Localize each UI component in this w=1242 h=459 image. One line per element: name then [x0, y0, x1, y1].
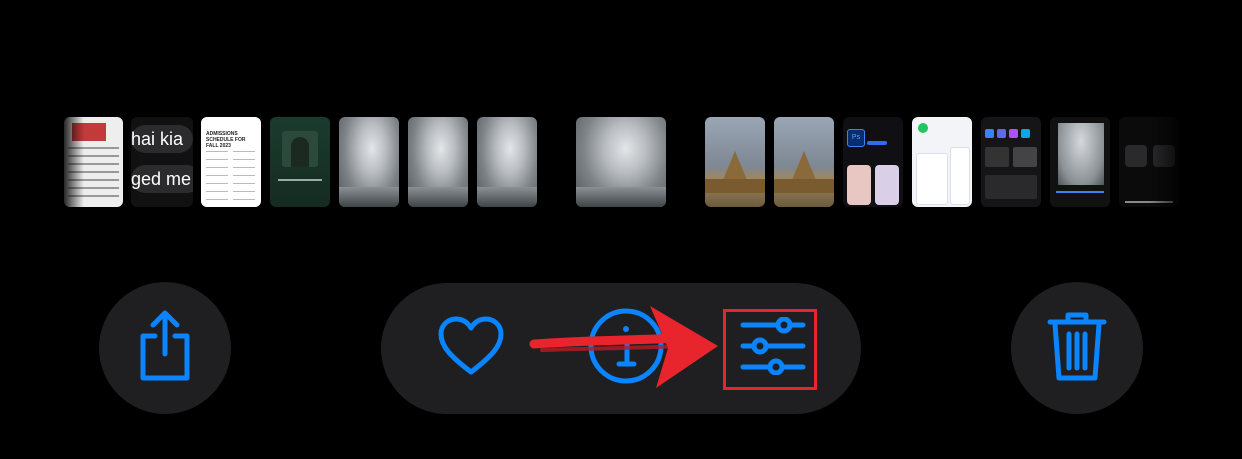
doc-heading: ADMISSIONS SCHEDULE FOR FALL 2023 — [206, 131, 246, 149]
share-icon — [133, 310, 197, 387]
thumbnail-photo[interactable] — [339, 117, 399, 207]
thumbnail-photo-temple[interactable] — [774, 117, 834, 207]
thumbnail-strip[interactable]: hai kia ged me ADMISSIONS SCHEDULE FOR F… — [0, 117, 1242, 207]
thumbnail-app-store-light[interactable] — [912, 117, 972, 207]
thumbnail-photo-editor[interactable] — [981, 117, 1041, 207]
thumbnail-photo-edit[interactable] — [1050, 117, 1110, 207]
thumbnail-music-player[interactable] — [270, 117, 330, 207]
message-bubble: hai kia — [131, 125, 193, 153]
thumbnail-app-store[interactable]: Ps — [843, 117, 903, 207]
heart-icon — [438, 316, 504, 381]
favorite-button[interactable] — [431, 283, 511, 414]
thumbnail-messages[interactable]: hai kia ged me — [131, 117, 193, 207]
strip-fade-right — [1150, 117, 1190, 207]
ps-app-icon: Ps — [847, 129, 865, 147]
thumbnail-photo[interactable] — [477, 117, 537, 207]
delete-button[interactable] — [1011, 282, 1143, 414]
thumbnail-photo-temple[interactable] — [705, 117, 765, 207]
red-rectangle — [723, 309, 817, 390]
thumbnail-photo-selected[interactable] — [576, 117, 666, 207]
strip-fade-left — [60, 117, 84, 207]
message-bubble: ged me — [131, 165, 193, 193]
trash-icon — [1046, 310, 1108, 387]
thumbnail-photo[interactable] — [408, 117, 468, 207]
share-button[interactable] — [99, 282, 231, 414]
red-arrow — [528, 300, 718, 401]
thumbnail-admissions-doc[interactable]: ADMISSIONS SCHEDULE FOR FALL 2023 — [201, 117, 261, 207]
